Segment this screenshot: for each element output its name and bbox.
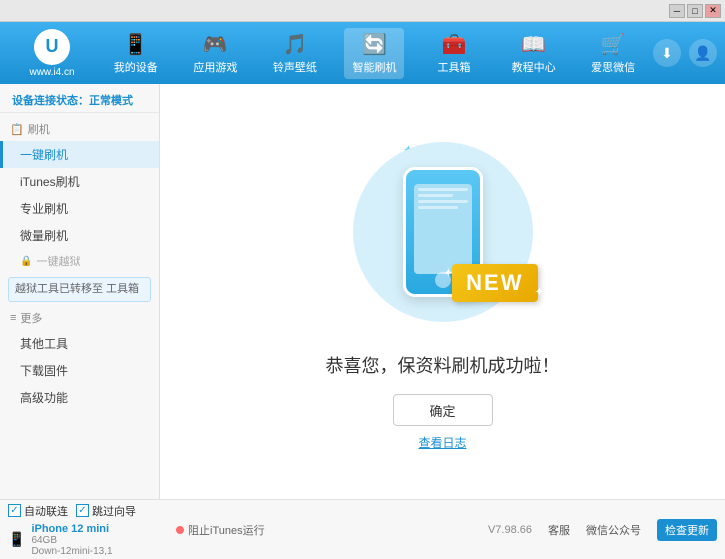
toolbox-icon: 🧰 [442, 32, 467, 57]
nav-item-ringtone[interactable]: 🎵 铃声壁纸 [265, 28, 325, 79]
flash-section-icon: 📋 [10, 123, 24, 136]
phone-illustration: ✦ ✦ ✦ NEW [343, 132, 543, 332]
maximize-button[interactable]: □ [687, 4, 703, 18]
guided-checkbox[interactable]: ✓ 跳过向导 [76, 503, 136, 519]
nav-item-toolbox[interactable]: 🧰 工具箱 [424, 28, 484, 79]
user-button[interactable]: 👤 [689, 39, 717, 67]
status-value: 正常模式 [89, 95, 133, 107]
guided-check-icon: ✓ [76, 504, 89, 517]
nav-bar: 📱 我的设备 🎮 应用游戏 🎵 铃声壁纸 🔄 智能刷机 🧰 工具箱 📖 教程中心… [96, 28, 653, 79]
flash-section-label: 刷机 [28, 121, 50, 137]
title-bar: ─ □ ✕ [0, 0, 725, 22]
itunes-status-dot [176, 526, 184, 534]
header: U www.i4.cn 📱 我的设备 🎮 应用游戏 🎵 铃声壁纸 🔄 智能刷机 … [0, 22, 725, 84]
view-log-link[interactable]: 查看日志 [418, 434, 466, 451]
auto-connect-checkbox[interactable]: ✓ 自动联连 [8, 503, 68, 519]
version-text: V7.98.66 [488, 524, 532, 536]
weishi-icon: 🛒 [601, 32, 626, 57]
sidebar: 设备连接状态：正常模式 📋 刷机 一键刷机 iTunes刷机 专业刷机 微量刷机… [0, 84, 160, 499]
toolbox-label: 工具箱 [438, 59, 471, 75]
smart-flash-label: 智能刷机 [352, 59, 396, 75]
bottom-middle: 阻止iTunes运行 [168, 522, 488, 538]
new-ribbon-text: NEW [452, 264, 537, 302]
minimize-button[interactable]: ─ [669, 4, 685, 18]
my-device-label: 我的设备 [114, 59, 158, 75]
screen-line-2 [418, 194, 453, 197]
customer-service-link[interactable]: 客服 [548, 522, 570, 538]
lock-icon: 🔒 [20, 256, 32, 267]
window-controls[interactable]: ─ □ ✕ [669, 4, 721, 18]
checkbox-row: ✓ 自动联连 ✓ 跳过向导 [8, 503, 168, 519]
screen-lines [414, 184, 472, 213]
ringtone-label: 铃声壁纸 [273, 59, 317, 75]
confirm-button[interactable]: 确定 [393, 394, 493, 426]
screen-line-1 [418, 188, 468, 191]
device-model: Down-12mini-13,1 [31, 546, 112, 557]
smart-flash-icon: 🔄 [362, 32, 387, 57]
main-area: 设备连接状态：正常模式 📋 刷机 一键刷机 iTunes刷机 专业刷机 微量刷机… [0, 84, 725, 499]
app-games-icon: 🎮 [203, 32, 228, 57]
success-message: 恭喜您，保资料刷机成功啦！ [326, 352, 560, 378]
sidebar-section-more: ≡ 更多 [0, 306, 159, 330]
my-device-icon: 📱 [123, 32, 148, 57]
sidebar-section-jailbreak: 🔒 一键越狱 [0, 249, 159, 273]
sidebar-item-itunes-flash[interactable]: iTunes刷机 [0, 168, 159, 195]
download-button[interactable]: ⬇ [653, 39, 681, 67]
ringtone-icon: 🎵 [282, 32, 307, 57]
sidebar-item-pro-flash[interactable]: 专业刷机 [0, 195, 159, 222]
device-name: iPhone 12 mini [31, 523, 112, 535]
itunes-status: 阻止iTunes运行 [176, 522, 265, 538]
auto-connect-label: 自动联连 [24, 503, 68, 519]
more-section-icon: ≡ [10, 312, 16, 324]
jailbreak-notice: 越狱工具已转移至 工具箱 [8, 277, 151, 302]
tutorial-icon: 📖 [521, 32, 546, 57]
logo-text: www.i4.cn [29, 67, 74, 78]
check-update-button[interactable]: 检查更新 [657, 519, 717, 541]
nav-item-tutorial[interactable]: 📖 教程中心 [504, 28, 564, 79]
jailbreak-label: 一键越狱 [36, 253, 80, 269]
weishi-label: 爱思微信 [591, 59, 635, 75]
sidebar-item-one-key-flash[interactable]: 一键刷机 [0, 141, 159, 168]
sidebar-section-flash: 📋 刷机 [0, 117, 159, 141]
screen-line-3 [418, 200, 468, 203]
logo-icon: U [34, 29, 70, 65]
bottom-right: V7.98.66 客服 微信公众号 检查更新 [488, 519, 717, 541]
sidebar-item-download-fw[interactable]: 下载固件 [0, 357, 159, 384]
nav-item-my-device[interactable]: 📱 我的设备 [106, 28, 166, 79]
nav-item-weishi[interactable]: 🛒 爱思微信 [583, 28, 643, 79]
guided-label: 跳过向导 [92, 503, 136, 519]
more-section-label: 更多 [20, 310, 42, 326]
sidebar-item-advanced[interactable]: 高级功能 [0, 384, 159, 411]
bottom-left: ✓ 自动联连 ✓ 跳过向导 📱 iPhone 12 mini 64GB Down… [8, 503, 168, 557]
header-right: ⬇ 👤 [653, 39, 717, 67]
phone-screen [414, 184, 472, 274]
status-label: 设备连接状态： [12, 95, 89, 107]
sidebar-item-micro-flash[interactable]: 微量刷机 [0, 222, 159, 249]
auto-connect-check-icon: ✓ [8, 504, 21, 517]
screen-line-4 [418, 206, 458, 209]
app-games-label: 应用游戏 [193, 59, 237, 75]
content-area: ✦ ✦ ✦ NEW 恭喜您，保资料刷机成功啦！ 确定 [160, 84, 725, 499]
nav-item-app-games[interactable]: 🎮 应用游戏 [185, 28, 245, 79]
bottom-bar: ✓ 自动联连 ✓ 跳过向导 📱 iPhone 12 mini 64GB Down… [0, 499, 725, 559]
new-banner: NEW [452, 264, 537, 302]
close-button[interactable]: ✕ [705, 4, 721, 18]
device-status: 设备连接状态：正常模式 [0, 88, 159, 113]
itunes-status-text: 阻止iTunes运行 [188, 522, 265, 538]
nav-item-smart-flash[interactable]: 🔄 智能刷机 [344, 28, 404, 79]
logo-area: U www.i4.cn [8, 29, 96, 78]
sidebar-item-other-tools[interactable]: 其他工具 [0, 330, 159, 357]
wechat-public-link[interactable]: 微信公众号 [586, 522, 641, 538]
device-storage: 64GB [31, 535, 112, 546]
tutorial-label: 教程中心 [512, 59, 556, 75]
